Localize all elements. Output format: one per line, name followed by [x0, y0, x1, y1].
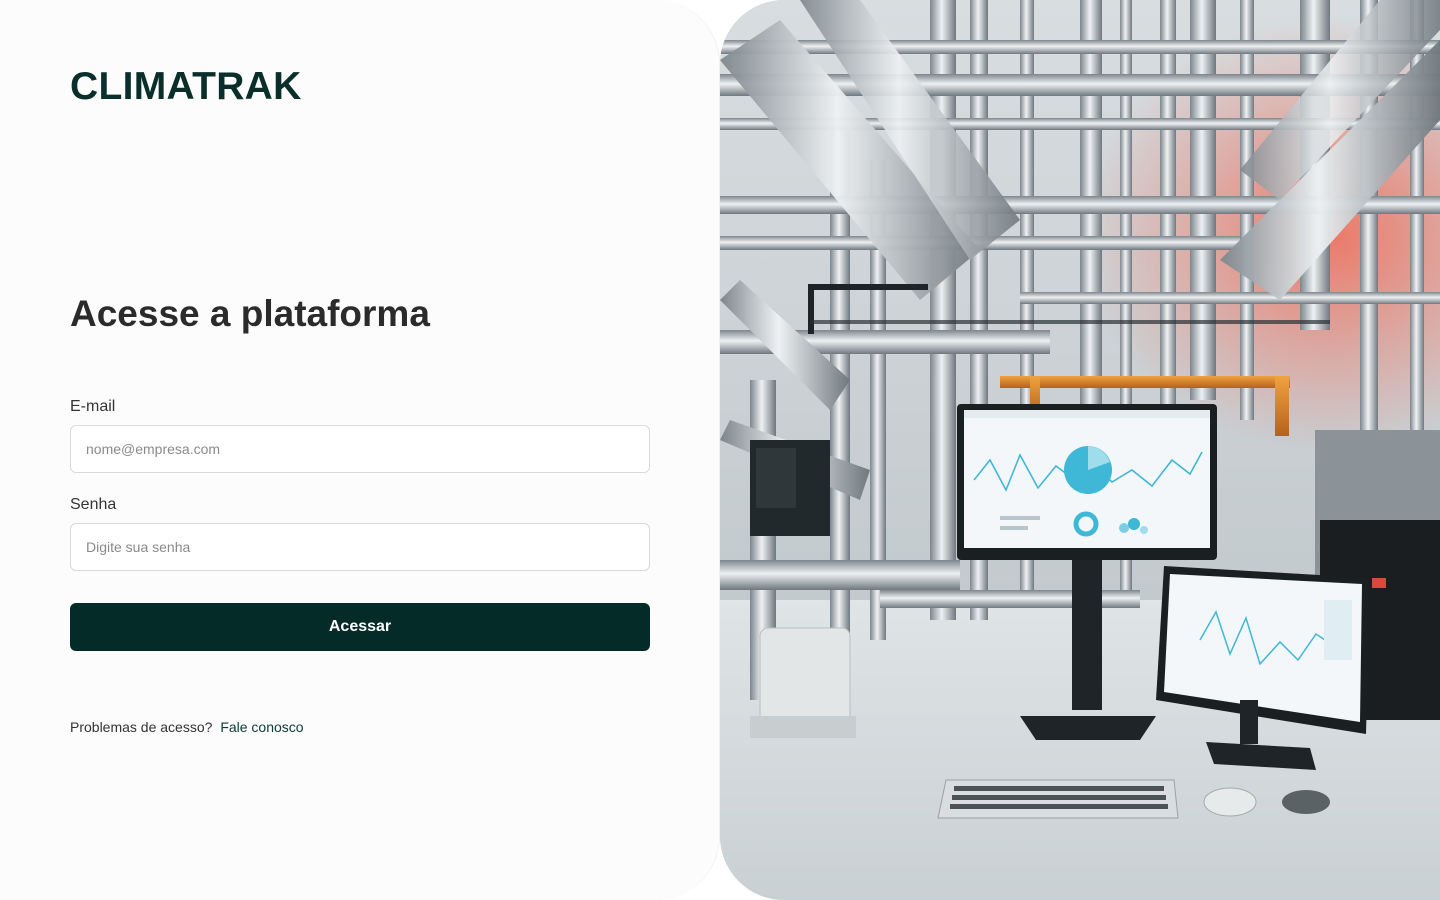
- page-title: Acesse a plataforma: [70, 293, 430, 334]
- help-text: Problemas de acesso?: [70, 719, 213, 735]
- brand-logo: CLIMATRAK: [70, 65, 302, 108]
- email-field[interactable]: [70, 425, 650, 473]
- help-line: Problemas de acesso? Fale conosco: [70, 718, 304, 736]
- email-label: E-mail: [70, 398, 116, 415]
- submit-button[interactable]: Acessar: [70, 603, 650, 651]
- password-field[interactable]: [70, 523, 650, 571]
- hero-image: [720, 0, 1440, 900]
- contact-link[interactable]: Fale conosco: [220, 719, 303, 735]
- login-panel: CLIMATRAK Acesse a plataforma E-mail Sen…: [0, 0, 720, 900]
- hero-illustration: [720, 0, 1440, 900]
- password-label: Senha: [70, 496, 117, 513]
